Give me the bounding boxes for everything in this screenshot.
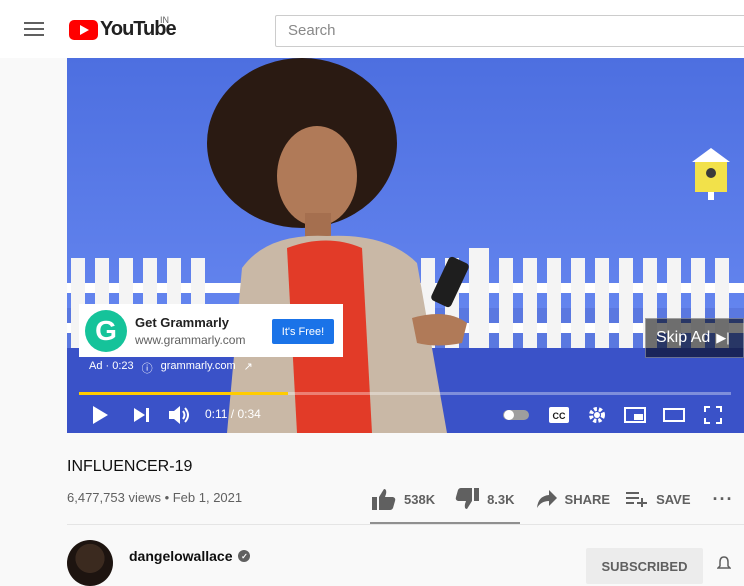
ad-title: Get Grammarly: [135, 314, 229, 330]
ad-url: www.grammarly.com: [135, 332, 246, 347]
miniplayer-icon[interactable]: [624, 404, 646, 426]
birdhouse-graphic: [692, 148, 730, 200]
player-controls: 0:11 / 0:34 CC: [67, 396, 744, 433]
grammarly-logo-icon: G: [85, 309, 127, 352]
skip-ad-label: Skip Ad: [656, 329, 711, 346]
ad-meta: Ad · 0:23 ⓘ grammarly.com ↗: [89, 360, 253, 376]
video-actions: 538K 8.3K SHARE SAVE ···: [372, 488, 733, 510]
next-icon[interactable]: [131, 404, 153, 426]
svg-text:CC: CC: [553, 411, 566, 421]
save-button[interactable]: SAVE: [626, 491, 691, 507]
like-button[interactable]: 538K: [372, 488, 435, 510]
time-display: 0:11 / 0:34: [205, 407, 261, 421]
channel-name: dangelowallace: [129, 548, 233, 564]
more-actions-icon[interactable]: ···: [713, 489, 734, 510]
fullscreen-icon[interactable]: [702, 404, 724, 426]
ad-overlay-card[interactable]: G Get Grammarly www.grammarly.com It's F…: [79, 304, 343, 357]
ad-cta-button[interactable]: It's Free!: [272, 319, 334, 344]
video-title: INFLUENCER-19: [67, 458, 193, 475]
theater-mode-icon[interactable]: [663, 404, 685, 426]
youtube-play-icon: [69, 19, 98, 40]
notification-bell-icon[interactable]: [717, 556, 731, 570]
playlist-add-icon: [626, 492, 648, 507]
share-label: SHARE: [564, 491, 611, 507]
skip-ad-button[interactable]: Skip Ad ▶|: [645, 318, 744, 358]
dislike-count: 8.3K: [487, 491, 515, 507]
captions-icon[interactable]: CC: [548, 404, 570, 426]
progress-fill: [79, 392, 288, 395]
volume-icon[interactable]: [169, 404, 191, 426]
subscribed-button[interactable]: SUBSCRIBED: [586, 548, 703, 584]
country-code: IN: [160, 15, 169, 25]
autoplay-toggle-icon[interactable]: [503, 404, 529, 426]
info-icon[interactable]: ⓘ: [142, 360, 153, 376]
video-views-date: 6,477,753 views • Feb 1, 2021: [67, 490, 243, 505]
top-bar: YouTube IN Search: [0, 0, 744, 58]
dislike-button[interactable]: 8.3K: [455, 488, 515, 510]
video-player[interactable]: G Get Grammarly www.grammarly.com It's F…: [67, 58, 744, 433]
external-link-icon: ↗: [243, 361, 253, 373]
channel-name-row[interactable]: dangelowallace ✓: [129, 548, 251, 564]
ad-label: Ad · 0:23: [89, 360, 134, 372]
share-arrow-icon: [536, 490, 557, 508]
channel-avatar[interactable]: [67, 540, 113, 586]
play-icon[interactable]: [89, 404, 111, 426]
divider: [67, 524, 744, 525]
skip-next-icon: ▶|: [716, 330, 730, 345]
progress-bar[interactable]: [79, 392, 731, 395]
ad-domain-link[interactable]: grammarly.com: [161, 360, 236, 376]
hamburger-menu-icon[interactable]: [24, 22, 44, 38]
search-input[interactable]: Search: [275, 15, 744, 47]
like-count: 538K: [404, 491, 436, 507]
thumbs-down-icon: [455, 488, 480, 509]
thumbs-up-icon: [372, 489, 396, 510]
verified-check-icon: ✓: [238, 550, 251, 562]
presenter-figure: [207, 58, 469, 433]
settings-gear-icon[interactable]: [586, 404, 608, 426]
save-label: SAVE: [656, 491, 691, 507]
share-button[interactable]: SHARE: [536, 490, 611, 508]
